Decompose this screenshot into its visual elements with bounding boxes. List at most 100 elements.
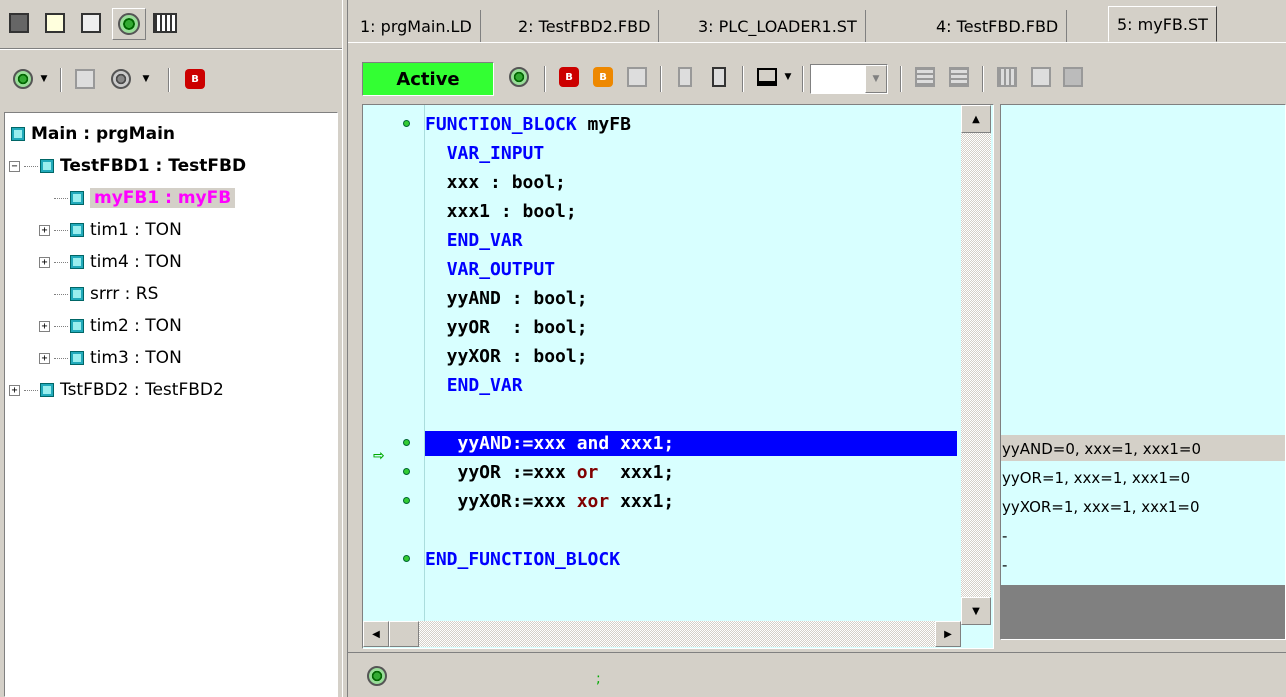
monitor-value: yyAND=0, xxx=1, xxx1=0 — [1002, 440, 1201, 458]
scroll-down-button[interactable]: ▼ — [961, 597, 991, 625]
align-bottom-icon[interactable] — [1026, 62, 1056, 92]
breakpoint-marker[interactable] — [403, 555, 410, 562]
tree-node[interactable]: Main : prgMain — [9, 121, 175, 147]
code-line[interactable]: xxx1 : bool; — [425, 199, 577, 224]
code-text: yyOR :=xxx — [425, 462, 577, 483]
view-toolbar — [0, 0, 342, 48]
tree-node[interactable]: + tim4 : TON — [39, 249, 182, 275]
tree-node[interactable]: + tim2 : TON — [39, 313, 182, 339]
dropdown-arrow-icon[interactable]: ▼ — [36, 64, 52, 94]
tree-node-label: srrr : RS — [90, 284, 159, 304]
code-editor[interactable]: ⇨ FUNCTION_BLOCK myFB VAR_INPUT xxx : bo… — [362, 104, 994, 649]
copy-icon[interactable] — [40, 8, 70, 38]
step-into-icon[interactable] — [670, 62, 700, 92]
code-line[interactable]: FUNCTION_BLOCK myFB — [425, 112, 631, 137]
instance-tree: Main : prgMain − TestFBD1 : TestFBD myFB1 :… — [4, 112, 338, 697]
dropdown-arrow-icon[interactable]: ▼ — [138, 64, 154, 94]
code-line-current[interactable]: yyAND:=xxx and xxx1; — [425, 431, 957, 456]
window-layout-icon[interactable] — [752, 62, 782, 92]
expand-icon[interactable]: + — [9, 384, 20, 396]
tab-plc-loader1[interactable]: 3: PLC_LOADER1.ST — [690, 10, 866, 42]
expand-icon[interactable]: + — [39, 352, 50, 364]
tab-bar: 1: prgMain.LD 2: TestFBD2.FBD 3: PLC_LOA… — [348, 0, 1286, 46]
tab-testfbd2[interactable]: 2: TestFBD2.FBD — [510, 10, 660, 42]
expand-icon[interactable]: + — [39, 320, 50, 332]
monitor-panel: yyAND=0, xxx=1, xxx1=0 yyOR=1, xxx=1, xxx… — [1000, 104, 1286, 640]
tree-node-label: TstFBD2 : TestFBD2 — [60, 380, 224, 400]
breakpoint-marker[interactable] — [403, 468, 410, 475]
editor-area: 1: prgMain.LD 2: TestFBD2.FBD 3: PLC_LOA… — [348, 0, 1286, 697]
code-line[interactable]: yyXOR:=xxx xor xxx1; — [425, 489, 675, 514]
code-line[interactable]: xxx : bool; — [425, 170, 566, 195]
expand-icon[interactable]: + — [39, 224, 50, 236]
folder-icon[interactable] — [76, 8, 106, 38]
tree-node[interactable]: srrr : RS — [39, 281, 158, 307]
tree-node[interactable]: + tim1 : TON — [39, 217, 182, 243]
dropdown-arrow-icon[interactable]: ▼ — [780, 62, 796, 92]
editor-vscrollbar[interactable]: ▲ ▼ — [961, 105, 991, 625]
tree-node[interactable]: − TestFBD1 : TestFBD — [9, 153, 246, 179]
collapse-icon[interactable]: − — [9, 160, 20, 172]
debug-bug-icon — [362, 661, 392, 691]
tree-node[interactable]: myFB1 : myFB — [39, 185, 236, 211]
code-keyword: VAR_INPUT — [446, 143, 545, 164]
remove-breakpoint-icon[interactable] — [622, 62, 652, 92]
expand-icon[interactable]: + — [39, 256, 50, 268]
code-line[interactable]: yyAND : bool; — [425, 286, 588, 311]
debug-bug-icon[interactable] — [112, 8, 146, 40]
tab-label: 5: myFB.ST — [1117, 14, 1208, 34]
editor-hscrollbar[interactable]: ◀ ▶ — [363, 621, 961, 647]
tree-node[interactable]: + tim3 : TON — [39, 345, 182, 371]
code-line[interactable]: yyOR : bool; — [425, 315, 588, 340]
code-line[interactable]: VAR_OUTPUT — [425, 257, 555, 282]
code-line[interactable]: VAR_INPUT — [425, 141, 545, 166]
add-cond-breakpoint-icon[interactable]: B — [588, 62, 618, 92]
tree-connector — [24, 389, 38, 391]
instance-icon[interactable] — [70, 64, 100, 94]
tree-connector — [54, 229, 68, 231]
tree-node[interactable]: + TstFBD2 : TestFBD2 — [9, 377, 224, 403]
code-text: yyXOR:=xxx — [425, 491, 577, 512]
combo-dropdown-button[interactable]: ▼ — [865, 65, 887, 93]
combo-box[interactable]: ▼ — [810, 64, 888, 94]
pages-icon[interactable] — [4, 8, 34, 38]
scroll-thumb[interactable] — [389, 621, 419, 647]
properties-icon[interactable] — [1058, 62, 1088, 92]
code-keyword: FUNCTION_BLOCK — [425, 114, 577, 135]
instance2-icon[interactable] — [106, 64, 136, 94]
scroll-left-button[interactable]: ◀ — [363, 621, 389, 647]
breakpoint-marker[interactable] — [403, 439, 410, 446]
code-line[interactable]: yyXOR : bool; — [425, 344, 588, 369]
tab-testfbd[interactable]: 4: TestFBD.FBD — [928, 10, 1068, 42]
tree-node-label: tim2 : TON — [90, 316, 182, 336]
tree-node-label: Main : prgMain — [31, 124, 175, 144]
code-text: yyXOR : bool; — [425, 346, 588, 367]
breakpoint-marker[interactable] — [403, 497, 410, 504]
scroll-right-button[interactable]: ▶ — [935, 621, 961, 647]
code-text: xxx : bool; — [425, 172, 566, 193]
build-icon[interactable]: B — [180, 64, 210, 94]
tab-myfb[interactable]: 5: myFB.ST — [1108, 6, 1217, 42]
code-line[interactable]: END_VAR — [425, 228, 523, 253]
align-right-icon[interactable] — [944, 62, 974, 92]
new-instance-icon[interactable] — [8, 64, 38, 94]
tab-prgmain[interactable]: 1: prgMain.LD — [352, 10, 481, 42]
code-line[interactable]: yyOR :=xxx or xxx1; — [425, 460, 675, 485]
add-breakpoint-icon[interactable]: B — [554, 62, 584, 92]
scroll-up-button[interactable]: ▲ — [961, 105, 991, 133]
tree-connector — [54, 325, 68, 327]
monitor-icon[interactable] — [504, 62, 534, 92]
iec-icon[interactable] — [150, 8, 180, 38]
function-block-icon — [70, 319, 84, 333]
step-over-icon[interactable] — [704, 62, 734, 92]
align-top-icon[interactable] — [992, 62, 1022, 92]
breakpoint-marker[interactable] — [403, 120, 410, 127]
align-left-icon[interactable] — [910, 62, 940, 92]
code-keyword: xor — [576, 491, 610, 512]
code-line[interactable]: END_FUNCTION_BLOCK — [425, 547, 620, 572]
left-panel: ▼ ▼ B Main : prgMain − TestFBD1 : TestFBD m… — [0, 0, 342, 697]
code-line[interactable]: END_VAR — [425, 373, 523, 398]
